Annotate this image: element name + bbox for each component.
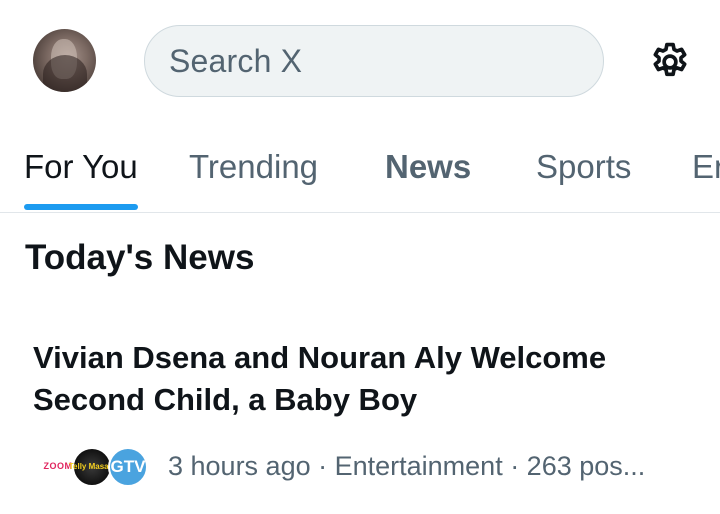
source-logos: ZOOM Telly Masala GTV bbox=[36, 444, 154, 488]
profile-avatar[interactable] bbox=[33, 29, 96, 92]
news-headline[interactable]: Vivian Dsena and Nouran Aly Welcome Seco… bbox=[33, 337, 683, 421]
gtv-logo-text: GTV bbox=[110, 457, 146, 476]
section-title: Today's News bbox=[25, 238, 255, 277]
news-meta-text: 3 hours ago · Entertainment · 263 pos... bbox=[168, 450, 646, 481]
search-placeholder: Search X bbox=[169, 42, 303, 79]
tab-for-you[interactable]: For You bbox=[24, 138, 138, 212]
news-meta-row[interactable]: ZOOM Telly Masala GTV 3 hours ago · Ente… bbox=[36, 444, 645, 488]
gtv-logo-icon: GTV bbox=[108, 447, 148, 487]
tab-trending[interactable]: Trending bbox=[189, 138, 318, 212]
telly-masala-logo-icon: Telly Masala bbox=[69, 447, 115, 487]
tab-news[interactable]: News bbox=[385, 138, 471, 212]
avatar-hair-shape bbox=[43, 55, 87, 92]
explore-tabs: For You Trending News Sports Er bbox=[0, 138, 720, 213]
search-input[interactable]: Search X bbox=[144, 25, 604, 97]
settings-gear-icon[interactable] bbox=[648, 40, 692, 84]
tab-entertainment[interactable]: Er bbox=[692, 138, 720, 212]
active-tab-indicator bbox=[24, 204, 138, 210]
tab-sports[interactable]: Sports bbox=[536, 138, 631, 212]
explore-page: Search X For You Trending News Sports Er… bbox=[0, 0, 720, 514]
